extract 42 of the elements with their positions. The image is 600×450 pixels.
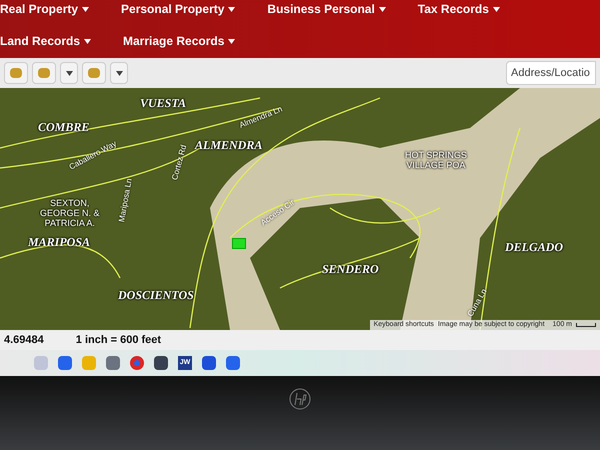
tool-button[interactable] <box>4 62 28 84</box>
map-scale-text: 1 inch = 600 feet <box>76 332 162 348</box>
search-field[interactable]: Address/Locatio <box>506 61 596 85</box>
owner-label: SEXTON, GEORGE N. & PATRICIA A. <box>40 198 100 228</box>
subdivision-label: VUESTA <box>140 95 186 112</box>
taskbar-app-icon[interactable] <box>226 356 240 370</box>
dropdown-button[interactable] <box>110 62 128 84</box>
subdivision-label: DELGADO <box>505 239 564 256</box>
tool-icon <box>10 68 22 78</box>
owner-label: HOT SPRINGS VILLAGE POA <box>405 150 467 170</box>
caret-icon <box>378 6 386 12</box>
caret-icon <box>82 6 90 12</box>
selected-parcel-marker[interactable] <box>232 238 246 249</box>
tool-icon <box>38 68 50 78</box>
nav-menu-item[interactable]: Real Property <box>0 0 90 18</box>
taskbar-app-icon[interactable] <box>202 356 216 370</box>
nav-menu-item[interactable]: Business Personal <box>267 0 386 18</box>
caret-icon <box>228 6 236 12</box>
logo-icon <box>289 388 311 410</box>
street-label: Mariposa Ln <box>116 178 135 224</box>
coordinate-readout: 4.69484 <box>4 332 44 348</box>
tool-icon <box>88 68 100 78</box>
nav-menu-item[interactable]: Marriage Records <box>123 32 236 50</box>
caret-icon <box>84 38 92 44</box>
subdivision-label: COMBRE <box>38 119 90 136</box>
caret-icon <box>66 70 72 76</box>
caret-icon <box>228 38 236 44</box>
nav-menu-item[interactable]: Personal Property <box>121 0 236 18</box>
subdivision-label: DOSCIENTOS <box>118 287 194 304</box>
nav-menu-item[interactable]: Land Records <box>0 32 92 50</box>
scale-bar-icon <box>576 322 596 327</box>
dropdown-button[interactable] <box>60 62 78 84</box>
taskbar-app-icon[interactable] <box>106 356 120 370</box>
caret-icon <box>492 6 500 12</box>
browser-taskbar-icon[interactable] <box>130 356 144 370</box>
taskbar-app-icon[interactable] <box>58 356 72 370</box>
street-label: Cortez Rd <box>169 144 190 182</box>
subdivision-label: MARIPOSA <box>28 234 90 251</box>
nav-menu-item[interactable]: Tax Records <box>418 0 500 18</box>
caret-icon <box>116 70 122 76</box>
subdivision-label: ALMENDRA <box>195 137 262 154</box>
taskbar-app-icon[interactable] <box>154 356 168 370</box>
